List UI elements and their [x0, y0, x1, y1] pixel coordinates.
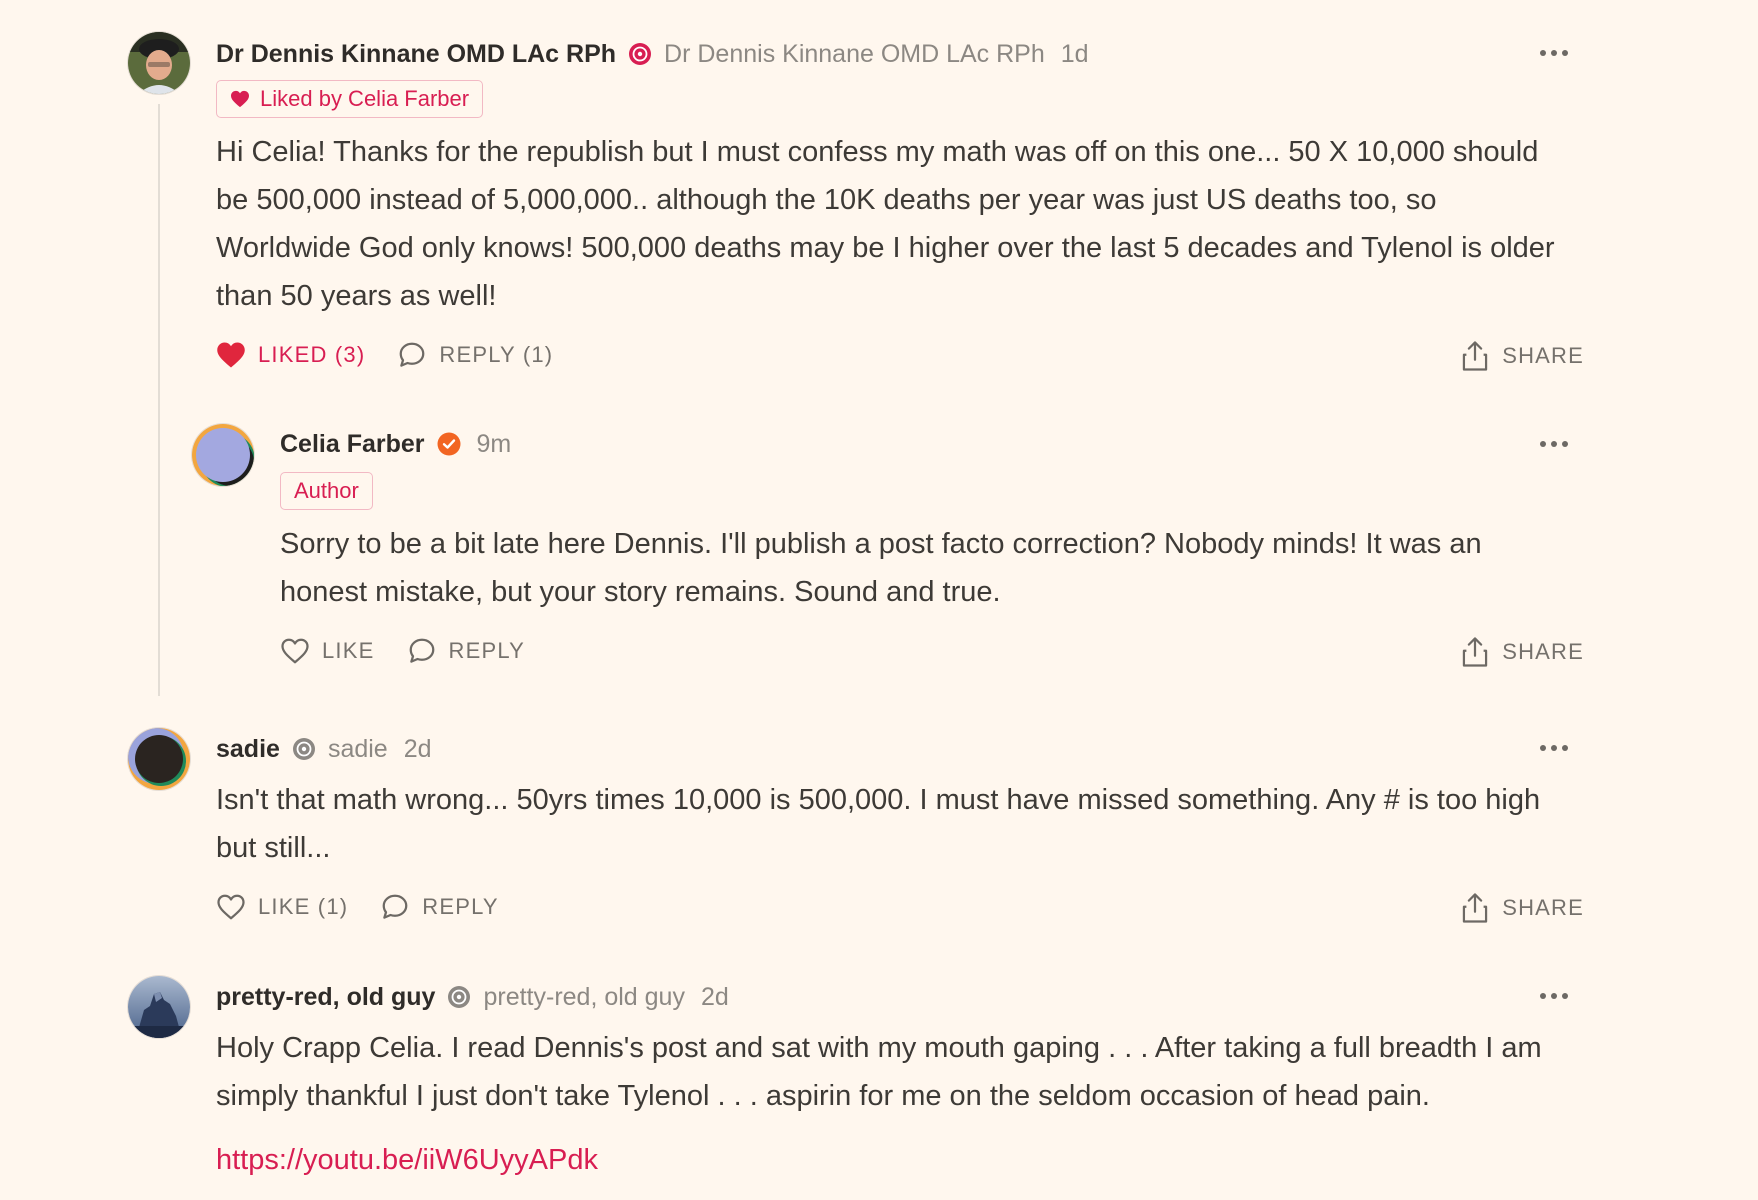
reply-label: REPLY — [448, 638, 526, 663]
share-icon — [1460, 892, 1490, 924]
comment-body: Holy Crapp Celia. I read Dennis's post a… — [216, 1032, 1542, 1112]
comment-header: pretty-red, old guy pretty-red, old guy … — [216, 981, 729, 1013]
liked-by-badge: Liked by Celia Farber — [216, 80, 484, 118]
more-icon[interactable] — [1540, 745, 1568, 751]
thread-line — [158, 104, 160, 696]
comments-thread: Dr Dennis Kinnane OMD LAc RPh Dr Dennis … — [0, 0, 1758, 1200]
timestamp[interactable]: 9m — [477, 428, 512, 460]
heart-icon — [216, 893, 246, 921]
share-button[interactable]: SHARE — [1460, 892, 1584, 924]
share-button[interactable]: SHARE — [1460, 340, 1584, 372]
author-handle[interactable]: sadie — [328, 733, 388, 765]
comment-icon — [397, 340, 427, 370]
like-label: LIKE — [322, 638, 375, 663]
comment-body: Sorry to be a bit late here Dennis. I'll… — [280, 528, 1482, 608]
timestamp[interactable]: 2d — [701, 981, 729, 1013]
author-handle[interactable]: pretty-red, old guy — [483, 981, 685, 1013]
heart-icon — [216, 341, 246, 369]
youtube-link[interactable]: https://youtu.be/iiW6UyyAPdk — [216, 1140, 598, 1180]
reply-button[interactable]: REPLY — [407, 636, 526, 666]
verified-icon — [437, 432, 461, 456]
more-icon[interactable] — [1540, 993, 1568, 999]
pledge-badge-icon — [628, 42, 652, 66]
pledge-badge-icon — [447, 985, 471, 1009]
like-button[interactable]: LIKED (3) — [216, 341, 365, 369]
comment-actions: LIKE (1) REPLY — [216, 892, 531, 922]
share-icon — [1460, 340, 1490, 372]
author-name[interactable]: Dr Dennis Kinnane OMD LAc RPh — [216, 38, 616, 70]
author-handle[interactable]: Dr Dennis Kinnane OMD LAc RPh — [664, 38, 1045, 70]
share-button[interactable]: SHARE — [1460, 636, 1584, 668]
comment-icon — [407, 636, 437, 666]
author-badge: Author — [280, 472, 373, 510]
author-name[interactable]: pretty-red, old guy — [216, 981, 435, 1013]
avatar[interactable] — [128, 32, 190, 94]
like-label: LIKED (3) — [258, 342, 366, 367]
liked-by-label: Liked by Celia Farber — [260, 86, 470, 111]
comment-header: Dr Dennis Kinnane OMD LAc RPh Dr Dennis … — [216, 38, 1089, 70]
share-label: SHARE — [1502, 639, 1584, 664]
share-label: SHARE — [1502, 343, 1584, 368]
avatar[interactable] — [192, 424, 254, 486]
pledge-badge-icon — [292, 737, 316, 761]
reply-label: REPLY (1) — [439, 342, 554, 367]
comment-actions: LIKE REPLY — [280, 636, 557, 666]
timestamp[interactable]: 2d — [404, 733, 432, 765]
heart-icon — [280, 637, 310, 665]
comment-body: Hi Celia! Thanks for the republish but I… — [216, 136, 1555, 312]
author-name[interactable]: Celia Farber — [280, 428, 425, 460]
comment-icon — [380, 892, 410, 922]
more-icon[interactable] — [1540, 441, 1568, 447]
reply-button[interactable]: REPLY (1) — [397, 340, 553, 370]
more-icon[interactable] — [1540, 50, 1568, 56]
heart-icon — [230, 90, 250, 108]
reply-label: REPLY — [422, 894, 499, 919]
avatar[interactable] — [128, 976, 190, 1038]
like-button[interactable]: LIKE — [280, 637, 375, 665]
author-badge-label: Author — [294, 478, 359, 503]
like-button[interactable]: LIKE (1) — [216, 893, 348, 921]
comment-header: Celia Farber 9m — [280, 428, 511, 460]
author-name[interactable]: sadie — [216, 733, 280, 765]
comment-header: sadie sadie 2d — [216, 733, 432, 765]
comment-body: Isn't that math wrong... 50yrs times 10,… — [216, 784, 1541, 864]
like-label: LIKE (1) — [258, 894, 349, 919]
share-icon — [1460, 636, 1490, 668]
reply-button[interactable]: REPLY — [380, 892, 499, 922]
avatar[interactable] — [128, 728, 190, 790]
comment-actions: LIKED (3) REPLY (1) — [216, 340, 585, 370]
timestamp[interactable]: 1d — [1061, 38, 1089, 70]
share-label: SHARE — [1502, 895, 1584, 920]
